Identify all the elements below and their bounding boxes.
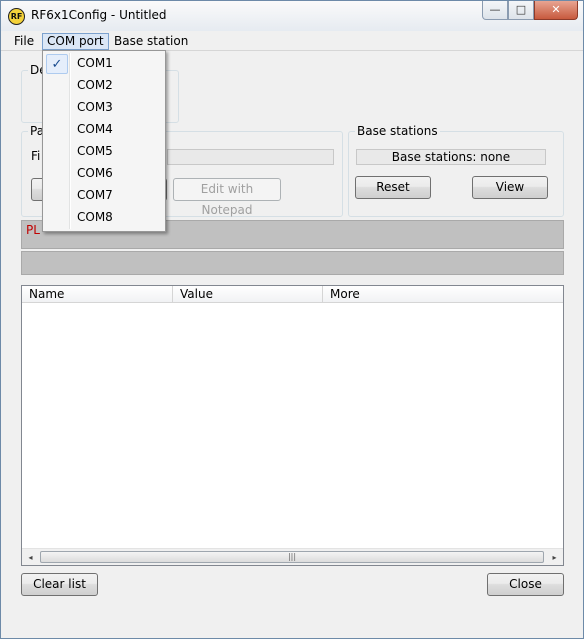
column-header-name[interactable]: Name	[22, 286, 173, 303]
checkmark-icon: ✓	[46, 54, 68, 74]
title-bar[interactable]: RF RF6x1Config - Untitled — □ ✕	[1, 1, 583, 31]
app-logo-icon: RF	[8, 8, 25, 25]
app-window: RF RF6x1Config - Untitled — □ ✕ File COM…	[0, 0, 584, 639]
view-button[interactable]: View	[472, 176, 548, 199]
minimize-icon: —	[489, 3, 501, 16]
close-button[interactable]: Close	[487, 573, 564, 596]
window-title: RF6x1Config - Untitled	[31, 8, 167, 22]
menu-item-com2[interactable]: COM2	[45, 75, 163, 97]
params-file-label: Fi	[31, 149, 41, 163]
base-stations-legend: Base stations	[355, 124, 440, 138]
scroll-thumb[interactable]: |||	[40, 551, 544, 563]
menu-bar: File COM port Base station	[1, 31, 583, 51]
menu-base-station[interactable]: Base station	[109, 33, 193, 50]
menu-item-label: COM3	[77, 100, 113, 114]
close-window-button[interactable]: ✕	[534, 1, 578, 20]
menu-item-com6[interactable]: COM6	[45, 163, 163, 185]
scroll-right-icon[interactable]: ▸	[546, 549, 563, 566]
menu-item-com4[interactable]: COM4	[45, 119, 163, 141]
list-header: Name Value More	[22, 286, 563, 303]
horizontal-scrollbar[interactable]: ◂ ||| ▸	[22, 548, 563, 565]
maximize-button[interactable]: □	[508, 1, 534, 20]
menu-item-com3[interactable]: COM3	[45, 97, 163, 119]
maximize-icon: □	[515, 3, 527, 16]
menu-item-label: COM1	[77, 56, 113, 70]
com-port-menu: ✓ COM1 COM2 COM3 COM4 COM5 COM6 COM7 COM…	[42, 50, 166, 232]
menu-item-label: COM7	[77, 188, 113, 202]
menu-item-com7[interactable]: COM7	[45, 185, 163, 207]
close-icon: ✕	[551, 3, 561, 16]
results-list[interactable]: Name Value More ◂ ||| ▸	[21, 285, 564, 566]
params-file-field	[167, 149, 334, 165]
menu-item-com1[interactable]: ✓ COM1	[45, 53, 163, 75]
menu-item-label: COM4	[77, 122, 113, 136]
reset-button[interactable]: Reset	[355, 176, 431, 199]
edit-with-notepad-button[interactable]: Edit with Notepad	[173, 178, 281, 217]
status-band-bottom	[21, 251, 564, 275]
clear-list-button[interactable]: Clear list	[21, 573, 98, 596]
menu-item-label: COM6	[77, 166, 113, 180]
menu-item-label: COM8	[77, 210, 113, 224]
base-stations-group: Base stations	[348, 124, 564, 217]
menu-item-com8[interactable]: COM8	[45, 207, 163, 229]
menu-item-com5[interactable]: COM5	[45, 141, 163, 163]
column-header-more[interactable]: More	[323, 286, 563, 303]
base-stations-status: Base stations: none	[356, 149, 546, 165]
menu-item-label: COM2	[77, 78, 113, 92]
scroll-left-icon[interactable]: ◂	[22, 549, 39, 566]
menu-item-label: COM5	[77, 144, 113, 158]
menu-file[interactable]: File	[9, 33, 39, 50]
status-text: PL	[26, 223, 40, 237]
column-header-value[interactable]: Value	[173, 286, 323, 303]
minimize-button[interactable]: —	[482, 1, 508, 20]
menu-com-port[interactable]: COM port	[42, 33, 109, 50]
caption-buttons: — □ ✕	[482, 1, 578, 21]
